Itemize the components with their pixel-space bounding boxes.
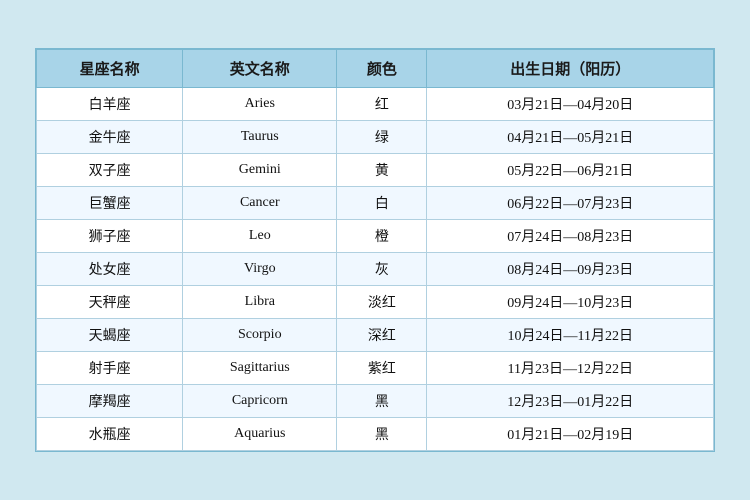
cell-r0-c3: 03月21日—04月20日 — [427, 88, 714, 121]
zodiac-table: 星座名称 英文名称 颜色 出生日期（阳历） 白羊座Aries红03月21日—04… — [36, 49, 714, 451]
cell-r8-c3: 11月23日—12月22日 — [427, 352, 714, 385]
cell-r4-c3: 07月24日—08月23日 — [427, 220, 714, 253]
cell-r2-c2: 黄 — [337, 154, 427, 187]
cell-r8-c2: 紫红 — [337, 352, 427, 385]
cell-r10-c0: 水瓶座 — [37, 418, 183, 451]
cell-r10-c3: 01月21日—02月19日 — [427, 418, 714, 451]
cell-r9-c0: 摩羯座 — [37, 385, 183, 418]
table-row: 天秤座Libra淡红09月24日—10月23日 — [37, 286, 714, 319]
table-row: 巨蟹座Cancer白06月22日—07月23日 — [37, 187, 714, 220]
cell-r6-c3: 09月24日—10月23日 — [427, 286, 714, 319]
header-english-name: 英文名称 — [183, 50, 337, 88]
table-row: 射手座Sagittarius紫红11月23日—12月22日 — [37, 352, 714, 385]
table-row: 天蝎座Scorpio深红10月24日—11月22日 — [37, 319, 714, 352]
cell-r2-c0: 双子座 — [37, 154, 183, 187]
cell-r5-c2: 灰 — [337, 253, 427, 286]
cell-r5-c0: 处女座 — [37, 253, 183, 286]
cell-r1-c1: Taurus — [183, 121, 337, 154]
table-row: 白羊座Aries红03月21日—04月20日 — [37, 88, 714, 121]
header-chinese-name: 星座名称 — [37, 50, 183, 88]
table-row: 摩羯座Capricorn黑12月23日—01月22日 — [37, 385, 714, 418]
table-row: 金牛座Taurus绿04月21日—05月21日 — [37, 121, 714, 154]
cell-r5-c3: 08月24日—09月23日 — [427, 253, 714, 286]
table-row: 狮子座Leo橙07月24日—08月23日 — [37, 220, 714, 253]
table-row: 处女座Virgo灰08月24日—09月23日 — [37, 253, 714, 286]
cell-r1-c3: 04月21日—05月21日 — [427, 121, 714, 154]
table-body: 白羊座Aries红03月21日—04月20日金牛座Taurus绿04月21日—0… — [37, 88, 714, 451]
cell-r0-c1: Aries — [183, 88, 337, 121]
cell-r10-c1: Aquarius — [183, 418, 337, 451]
cell-r4-c1: Leo — [183, 220, 337, 253]
header-color: 颜色 — [337, 50, 427, 88]
cell-r1-c2: 绿 — [337, 121, 427, 154]
cell-r3-c2: 白 — [337, 187, 427, 220]
cell-r0-c0: 白羊座 — [37, 88, 183, 121]
cell-r5-c1: Virgo — [183, 253, 337, 286]
cell-r7-c1: Scorpio — [183, 319, 337, 352]
cell-r4-c0: 狮子座 — [37, 220, 183, 253]
header-birthday: 出生日期（阳历） — [427, 50, 714, 88]
zodiac-table-wrapper: 星座名称 英文名称 颜色 出生日期（阳历） 白羊座Aries红03月21日—04… — [35, 48, 715, 452]
cell-r7-c0: 天蝎座 — [37, 319, 183, 352]
cell-r10-c2: 黑 — [337, 418, 427, 451]
cell-r3-c3: 06月22日—07月23日 — [427, 187, 714, 220]
cell-r9-c1: Capricorn — [183, 385, 337, 418]
cell-r2-c3: 05月22日—06月21日 — [427, 154, 714, 187]
cell-r3-c1: Cancer — [183, 187, 337, 220]
cell-r6-c1: Libra — [183, 286, 337, 319]
cell-r8-c0: 射手座 — [37, 352, 183, 385]
cell-r0-c2: 红 — [337, 88, 427, 121]
cell-r7-c3: 10月24日—11月22日 — [427, 319, 714, 352]
cell-r6-c2: 淡红 — [337, 286, 427, 319]
table-row: 水瓶座Aquarius黑01月21日—02月19日 — [37, 418, 714, 451]
cell-r3-c0: 巨蟹座 — [37, 187, 183, 220]
cell-r8-c1: Sagittarius — [183, 352, 337, 385]
cell-r9-c2: 黑 — [337, 385, 427, 418]
cell-r2-c1: Gemini — [183, 154, 337, 187]
cell-r1-c0: 金牛座 — [37, 121, 183, 154]
cell-r7-c2: 深红 — [337, 319, 427, 352]
table-header-row: 星座名称 英文名称 颜色 出生日期（阳历） — [37, 50, 714, 88]
cell-r4-c2: 橙 — [337, 220, 427, 253]
cell-r6-c0: 天秤座 — [37, 286, 183, 319]
cell-r9-c3: 12月23日—01月22日 — [427, 385, 714, 418]
table-row: 双子座Gemini黄05月22日—06月21日 — [37, 154, 714, 187]
